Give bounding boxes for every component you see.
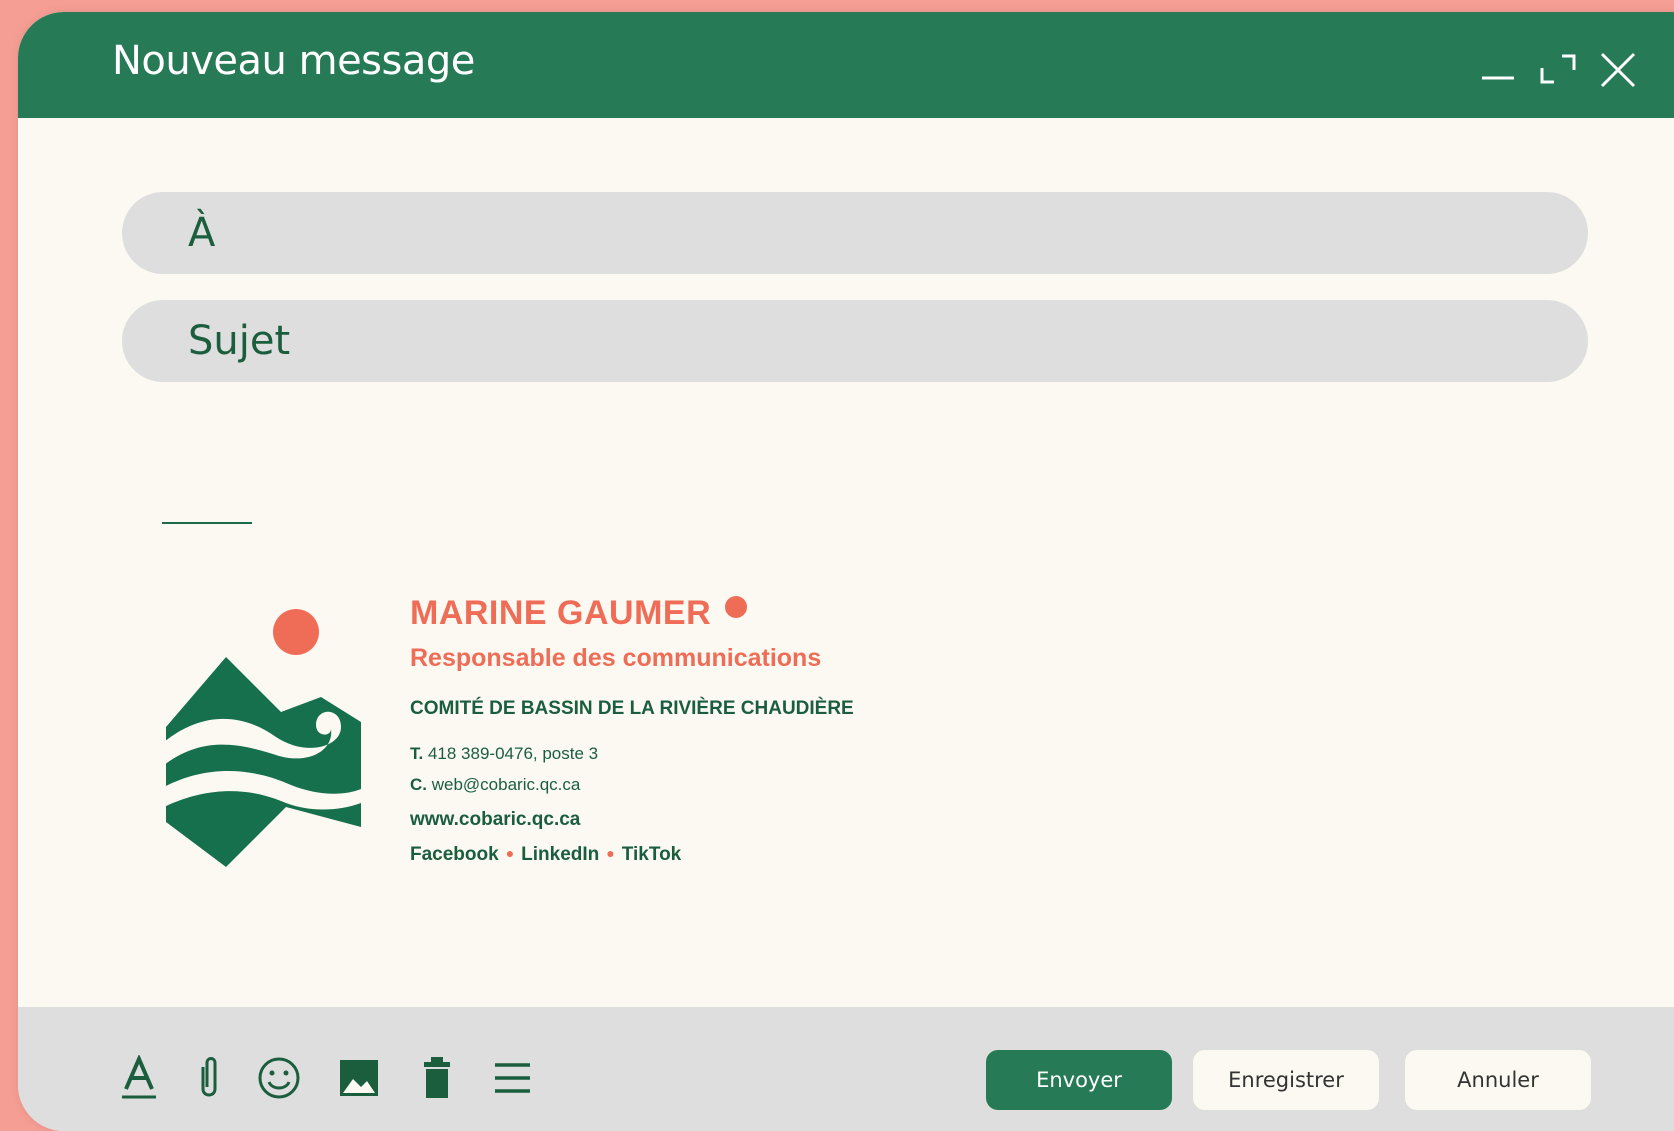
- signature-organization: COMITÉ DE BASSIN DE LA RIVIÈRE CHAUDIÈRE: [410, 698, 854, 719]
- save-button[interactable]: Enregistrer: [1193, 1050, 1379, 1110]
- signature-divider: [162, 522, 252, 524]
- signature-phone: T. 418 389-0476, poste 3: [410, 744, 598, 764]
- cobaric-logo: [164, 609, 361, 867]
- phone-label: T.: [410, 744, 424, 763]
- subject-label: Sujet: [188, 318, 291, 364]
- signature-role: Responsable des communications: [410, 644, 822, 672]
- linkedin-link[interactable]: LinkedIn: [521, 844, 599, 865]
- signature-website[interactable]: www.cobaric.qc.ca: [410, 809, 580, 831]
- emoji-icon[interactable]: [256, 1055, 302, 1101]
- trash-icon[interactable]: [414, 1055, 460, 1101]
- signature-social-links: Facebook ● LinkedIn ● TikTok: [410, 844, 681, 866]
- close-icon[interactable]: [1596, 48, 1640, 92]
- signature-email: C. web@cobaric.qc.ca: [410, 775, 580, 795]
- subject-field[interactable]: Sujet: [122, 300, 1588, 382]
- menu-icon[interactable]: [490, 1055, 536, 1101]
- to-field[interactable]: À: [122, 192, 1588, 274]
- compose-toolbar: Envoyer Enregistrer Annuler: [18, 1007, 1674, 1131]
- title-bar: Nouveau message: [18, 12, 1674, 118]
- cancel-button[interactable]: Annuler: [1405, 1050, 1591, 1110]
- attachment-icon[interactable]: [186, 1055, 232, 1101]
- email-label: C.: [410, 775, 427, 794]
- social-separator: ●: [606, 845, 615, 861]
- send-button[interactable]: Envoyer: [986, 1050, 1172, 1110]
- maximize-icon[interactable]: [1536, 48, 1580, 92]
- social-separator: ●: [505, 845, 515, 861]
- signature-name: MARINE GAUMER: [410, 594, 748, 633]
- to-label: À: [188, 210, 216, 256]
- tiktok-link[interactable]: TikTok: [622, 844, 681, 865]
- window-title: Nouveau message: [112, 38, 475, 84]
- email-link[interactable]: web@cobaric.qc.ca: [432, 775, 581, 794]
- phone-number: 418 389-0476, poste 3: [427, 744, 599, 763]
- name-dot: [725, 596, 748, 618]
- compose-window: Nouveau message À Sujet MARINE GAUMER Re…: [18, 12, 1674, 1131]
- image-icon[interactable]: [336, 1055, 382, 1101]
- facebook-link[interactable]: Facebook: [410, 844, 499, 865]
- text-format-icon[interactable]: [116, 1055, 162, 1101]
- minimize-icon[interactable]: [1476, 48, 1520, 92]
